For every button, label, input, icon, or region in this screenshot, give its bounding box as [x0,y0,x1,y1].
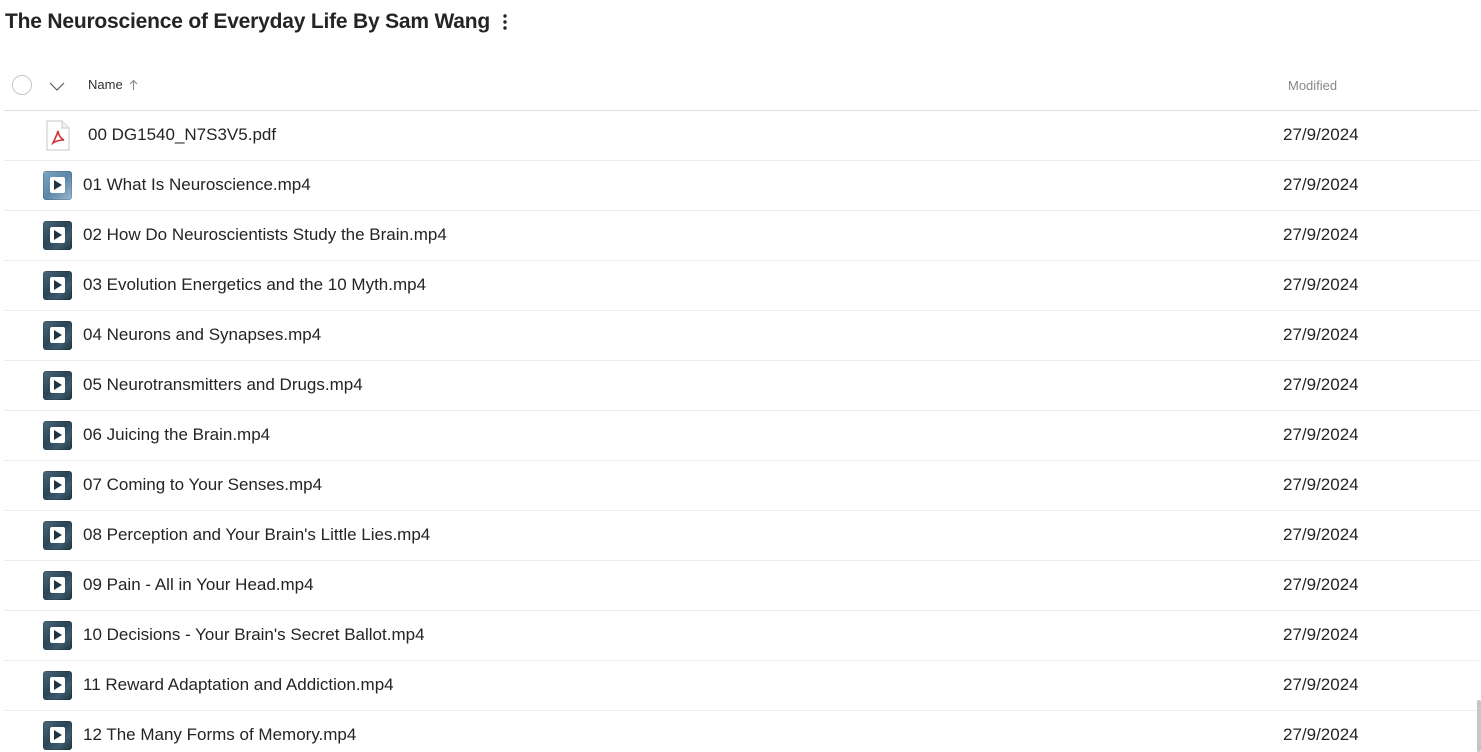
file-row[interactable]: 01 What Is Neuroscience.mp4 27/9/2024 [4,161,1479,211]
file-name[interactable]: 01 What Is Neuroscience.mp4 [83,175,311,195]
file-modified-date: 27/9/2024 [1283,375,1359,394]
sort-ascending-arrow-icon [129,79,138,91]
file-modified-date: 27/9/2024 [1283,625,1359,644]
video-file-icon [43,521,73,551]
file-modified-date: 27/9/2024 [1283,125,1359,144]
video-file-icon [43,671,73,701]
list-header: Name Modified [4,61,1479,111]
chevron-down-icon[interactable] [47,78,67,94]
video-file-icon [43,221,73,251]
file-name[interactable]: 04 Neurons and Synapses.mp4 [83,325,321,345]
column-header-modified[interactable]: Modified [1288,78,1337,93]
folder-title: The Neuroscience of Everyday Life By Sam… [5,10,491,33]
column-header-name[interactable]: Name [88,77,138,92]
file-name[interactable]: 02 How Do Neuroscientists Study the Brai… [83,225,447,245]
file-name[interactable]: 05 Neurotransmitters and Drugs.mp4 [83,375,363,395]
file-name[interactable]: 12 The Many Forms of Memory.mp4 [83,725,356,745]
pdf-file-icon [43,120,73,151]
file-browser-page: The Neuroscience of Everyday Life By Sam… [0,0,1481,752]
file-name[interactable]: 10 Decisions - Your Brain's Secret Ballo… [83,625,425,645]
file-row[interactable]: 06 Juicing the Brain.mp4 27/9/2024 [4,411,1479,461]
video-file-icon [43,321,73,351]
video-file-icon [43,421,73,451]
file-row[interactable]: 04 Neurons and Synapses.mp4 27/9/2024 [4,311,1479,361]
file-modified-date: 27/9/2024 [1283,575,1359,594]
video-file-icon [43,171,73,201]
select-all-circle-icon[interactable] [12,75,32,95]
file-row[interactable]: 05 Neurotransmitters and Drugs.mp4 27/9/2… [4,361,1479,411]
file-row[interactable]: 10 Decisions - Your Brain's Secret Ballo… [4,611,1479,661]
file-row[interactable]: 00 DG1540_N7S3V5.pdf 27/9/2024 [4,111,1479,161]
scrollbar[interactable] [1477,700,1481,752]
file-modified-date: 27/9/2024 [1283,325,1359,344]
file-modified-date: 27/9/2024 [1283,725,1359,744]
video-file-icon [43,721,73,751]
file-modified-date: 27/9/2024 [1283,175,1359,194]
file-modified-date: 27/9/2024 [1283,675,1359,694]
video-file-icon [43,571,73,601]
column-name-label: Name [88,77,123,92]
file-name[interactable]: 03 Evolution Energetics and the 10 Myth.… [83,275,426,295]
video-file-icon [43,621,73,651]
file-name[interactable]: 06 Juicing the Brain.mp4 [83,425,270,445]
video-file-icon [43,371,73,401]
file-name[interactable]: 09 Pain - All in Your Head.mp4 [83,575,314,595]
file-row[interactable]: 08 Perception and Your Brain's Little Li… [4,511,1479,561]
file-name[interactable]: 00 DG1540_N7S3V5.pdf [88,125,276,145]
file-modified-date: 27/9/2024 [1283,475,1359,494]
file-row[interactable]: 11 Reward Adaptation and Addiction.mp4 27… [4,661,1479,711]
file-row[interactable]: 09 Pain - All in Your Head.mp4 27/9/2024 [4,561,1479,611]
file-modified-date: 27/9/2024 [1283,525,1359,544]
file-row[interactable]: 12 The Many Forms of Memory.mp4 27/9/2024 [4,711,1479,752]
file-modified-date: 27/9/2024 [1283,225,1359,244]
more-vertical-icon[interactable] [497,8,513,36]
file-name[interactable]: 08 Perception and Your Brain's Little Li… [83,525,430,545]
file-row[interactable]: 02 How Do Neuroscientists Study the Brai… [4,211,1479,261]
file-row[interactable]: 07 Coming to Your Senses.mp4 27/9/2024 [4,461,1479,511]
file-name[interactable]: 11 Reward Adaptation and Addiction.mp4 [83,675,394,695]
file-name[interactable]: 07 Coming to Your Senses.mp4 [83,475,322,495]
file-modified-date: 27/9/2024 [1283,275,1359,294]
title-bar: The Neuroscience of Everyday Life By Sam… [5,6,513,38]
file-list: 00 DG1540_N7S3V5.pdf 27/9/2024 01 What Is … [4,111,1479,752]
file-row[interactable]: 03 Evolution Energetics and the 10 Myth.… [4,261,1479,311]
video-file-icon [43,271,73,301]
video-file-icon [43,471,73,501]
file-modified-date: 27/9/2024 [1283,425,1359,444]
